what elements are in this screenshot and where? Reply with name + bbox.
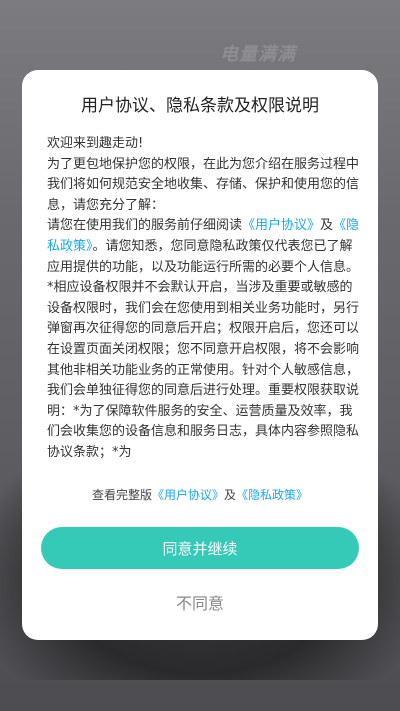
agree-continue-button[interactable]: 同意并继续 xyxy=(41,527,359,569)
welcome-text: 欢迎来到趣走动! xyxy=(47,136,144,151)
user-agreement-link[interactable]: 《用户协议》 xyxy=(242,218,320,233)
dialog-title: 用户协议、隐私条款及权限说明 xyxy=(81,96,319,116)
footer-privacy-policy-link[interactable]: 《隐私政策》 xyxy=(236,488,308,502)
agreement-paragraph: 请您在使用我们的服务前仔细阅读《用户协议》及《隐私政策》。请您知悉，您同意隐私政… xyxy=(47,216,361,278)
dialog-content[interactable]: 欢迎来到趣走动! 为了更包地保护您的权限，在此为您介绍在服务过程中我们将如何规范… xyxy=(47,134,361,538)
and-text: 及 xyxy=(320,218,334,234)
permission-paragraph: *相应设备权限并不会默认开启，当涉及重要或敏感的设备权限时，我们会在您使用到相关… xyxy=(47,280,360,460)
agreement-suffix: 。请您知悉，您同意隐私政策仅代表您已了解应用提供的功能，以及功能运行所需的必要个… xyxy=(47,238,360,275)
footer-links: 查看完整版《用户协议》及《隐私政策》 xyxy=(22,486,378,504)
agreement-prefix: 请您在使用我们的服务前仔细阅读 xyxy=(47,218,243,234)
footer-prefix: 查看完整版 xyxy=(91,488,152,502)
background-banner-text: 电量满满 xyxy=(220,44,296,65)
intro-paragraph: 为了更包地保护您的权限，在此为您介绍在服务过程中我们将如何规范安全地收集、存储、… xyxy=(47,156,360,213)
footer-user-agreement-link[interactable]: 《用户协议》 xyxy=(152,488,224,502)
privacy-dialog: 用户协议、隐私条款及权限说明 欢迎来到趣走动! 为了更包地保护您的权限，在此为您… xyxy=(22,70,378,640)
disagree-button[interactable]: 不同意 xyxy=(22,586,378,618)
footer-and-text: 及 xyxy=(224,488,237,502)
